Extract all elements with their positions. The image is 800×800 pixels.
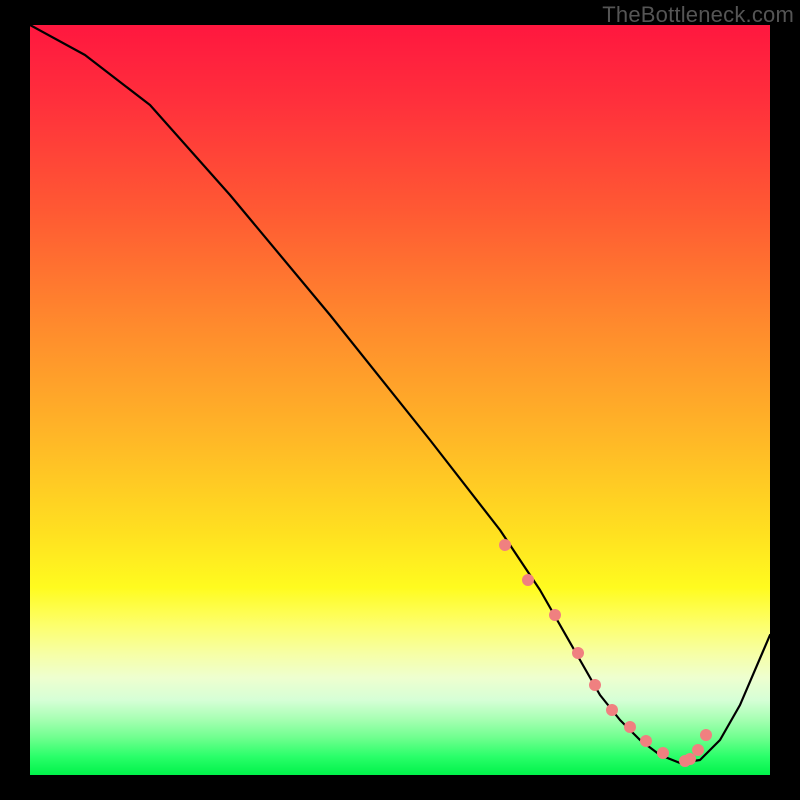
- marker-dot: [589, 679, 601, 691]
- marker-dot: [606, 704, 618, 716]
- chart-svg: [30, 25, 770, 775]
- marker-dot: [624, 721, 636, 733]
- marker-dot: [572, 647, 584, 659]
- watermark-text: TheBottleneck.com: [602, 2, 794, 28]
- marker-dot: [700, 729, 712, 741]
- marker-dot: [692, 744, 704, 756]
- chart-frame: TheBottleneck.com: [0, 0, 800, 800]
- marker-dot: [679, 755, 691, 767]
- marker-dot: [499, 539, 511, 551]
- marker-dot: [522, 574, 534, 586]
- plot-area: [30, 25, 770, 775]
- curve-line: [30, 25, 770, 763]
- marker-dot: [640, 735, 652, 747]
- marker-dot: [684, 753, 696, 765]
- marker-dot: [549, 609, 561, 621]
- marker-dot: [657, 747, 669, 759]
- marker-dots: [499, 539, 712, 767]
